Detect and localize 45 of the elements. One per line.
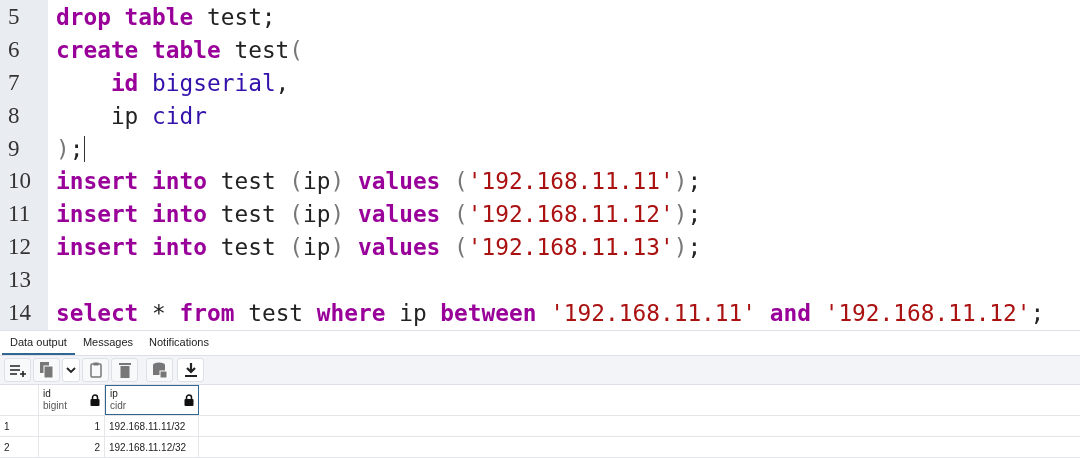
column-header[interactable]: id bigint [39, 385, 105, 415]
column-name: id [43, 388, 52, 400]
table-cell: 2 [39, 437, 105, 457]
column-type: bigint [43, 400, 67, 412]
line-number: 6 [7, 37, 21, 64]
code-line: select * from test where ip between '192.168.11.11' and '192.168.11.12'; [56, 299, 1045, 326]
column-type: cidr [110, 400, 127, 412]
add-row-button[interactable] [4, 358, 31, 382]
row-number: 1 [0, 416, 39, 436]
code-line: id bigserial, [109, 70, 290, 96]
lock-icon [184, 394, 194, 406]
code-line: insert into test (ip) values ('192.168.11.13'); [56, 233, 702, 260]
table-cell: 1 [39, 416, 105, 436]
code-line: drop table test; [56, 4, 276, 31]
download-icon [183, 362, 198, 378]
row-number: 2 [0, 437, 39, 457]
database-icon [151, 362, 168, 378]
code-line: create table test( [56, 37, 304, 64]
line-number: 7 [7, 70, 21, 96]
code-line: insert into test (ip) values ('192.168.11.11'); [56, 168, 702, 195]
caret-icon [66, 366, 76, 374]
code-line: insert into test (ip) values ('192.168.11.12'); [56, 201, 702, 228]
column-header[interactable]: ip cidr [105, 385, 199, 415]
line-number: 10 [7, 168, 32, 195]
line-number: 9 [7, 135, 21, 162]
line-number: 11 [7, 201, 32, 228]
line-number: 5 [7, 4, 21, 31]
code-line: ); [56, 135, 84, 162]
column-name: ip [110, 388, 119, 400]
table-cell: 192.168.11.12/32 [105, 437, 199, 457]
line-number: 13 [7, 266, 32, 293]
trash-icon [118, 362, 131, 378]
clipboard-icon [89, 362, 102, 378]
tab[interactable]: Messages [74, 331, 141, 355]
add-row-icon [8, 363, 27, 377]
lock-icon [90, 394, 100, 406]
line-number: 12 [7, 233, 32, 260]
code-line: ip cidr [109, 102, 207, 129]
line-number: 14 [7, 299, 32, 326]
tab[interactable]: Notifications [141, 331, 217, 355]
table-cell: 192.168.11.11/32 [105, 416, 199, 436]
line-number: 8 [7, 102, 21, 129]
caret-button[interactable] [62, 358, 80, 382]
copy-icon [39, 362, 54, 378]
download-button[interactable] [177, 358, 204, 382]
